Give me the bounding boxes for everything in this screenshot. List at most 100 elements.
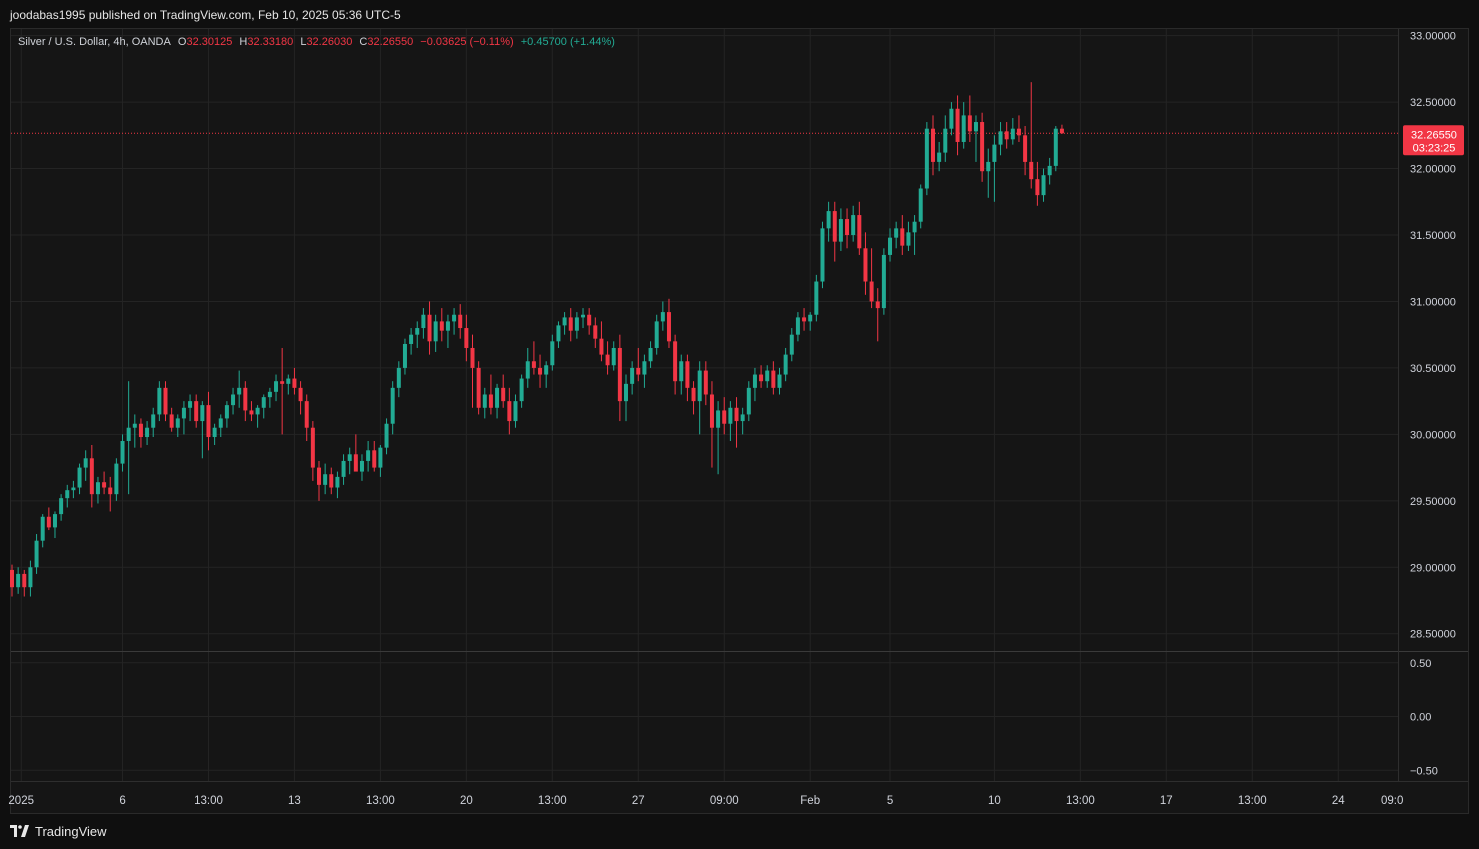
candle-body-up xyxy=(906,232,911,246)
candle-body-up xyxy=(826,211,831,229)
candle-body-up xyxy=(396,367,401,388)
price-axis-label: 31.50000 xyxy=(1410,230,1456,242)
candle-body-down xyxy=(722,410,727,424)
candle-body-down xyxy=(1059,128,1064,134)
candle-body-up xyxy=(525,361,530,379)
candle-body-down xyxy=(691,387,696,402)
candle-body-down xyxy=(102,482,107,488)
candle-body-up xyxy=(237,387,242,395)
price-axis-label: 31.00000 xyxy=(1410,296,1456,308)
candle-body-up xyxy=(16,573,21,588)
candle-body-up xyxy=(28,567,33,588)
time-axis-label: 27 xyxy=(632,795,645,807)
candle-body-up xyxy=(378,447,383,468)
candle-body-down xyxy=(22,573,27,588)
candle-body-down xyxy=(967,115,972,132)
candle-body-up xyxy=(888,237,893,255)
candle-body-up xyxy=(212,427,217,438)
candle-body-up xyxy=(550,341,555,366)
candle-body-up xyxy=(402,343,407,368)
footer-bar xyxy=(0,814,1479,849)
candle-body-down xyxy=(439,321,444,331)
price-axis-label: 29.50000 xyxy=(1410,496,1456,508)
tradingview-brand[interactable]: TradingView xyxy=(10,823,107,839)
candle-body-up xyxy=(231,394,236,406)
candle-body-up xyxy=(581,314,586,318)
candle-body-up xyxy=(52,514,57,528)
candle-body-up xyxy=(366,450,371,461)
candle-body-up xyxy=(795,317,800,335)
candle-body-up xyxy=(716,410,721,428)
candle-body-up xyxy=(838,219,843,242)
candle-body-up xyxy=(642,361,647,375)
time-axis-label: 09:00 xyxy=(710,795,739,807)
candle-body-down xyxy=(771,370,776,388)
candle-body-up xyxy=(482,394,487,408)
candle-body-down xyxy=(280,381,285,384)
candle-body-up xyxy=(495,387,500,408)
candle-body-down xyxy=(298,387,303,402)
candle-body-up xyxy=(611,347,616,366)
candle-body-up xyxy=(59,498,64,515)
candle-body-up xyxy=(181,407,186,419)
bar-countdown: 03:23:25 xyxy=(1413,142,1456,154)
candle-body-down xyxy=(1016,128,1021,136)
candle-body-up xyxy=(65,490,70,499)
candle-body-up xyxy=(513,401,518,422)
candle-body-up xyxy=(83,458,88,468)
candle-body-up xyxy=(986,161,991,172)
candle-body-up xyxy=(814,281,819,315)
candle-body-down xyxy=(1023,135,1028,162)
candle-body-up xyxy=(132,423,137,428)
legend-low-value: 32.26030 xyxy=(306,36,353,48)
candle-body-down xyxy=(163,387,168,415)
time-axis-label: 13:00 xyxy=(1066,795,1095,807)
candle-body-up xyxy=(1041,175,1046,196)
candle-body-down xyxy=(10,569,14,588)
candle-body-up xyxy=(630,367,635,384)
brand-label: TradingView xyxy=(35,823,107,839)
price-chart[interactable]: 33.00000 32.50000 32.00000 31.50000 31.00000… xyxy=(0,0,1479,814)
candle-body-up xyxy=(445,321,450,331)
candle-body-up xyxy=(624,383,628,402)
candle-body-down xyxy=(317,467,321,485)
candle-body-down xyxy=(488,394,493,408)
candle-body-up xyxy=(1053,128,1058,166)
candle-body-down xyxy=(538,367,543,375)
candle-body-down xyxy=(476,367,481,408)
candle-body-up xyxy=(998,131,1003,145)
candle-body-up xyxy=(574,317,579,331)
candle-body-up xyxy=(359,460,364,472)
candle-body-down xyxy=(955,108,960,142)
candle-body-down xyxy=(507,401,512,422)
price-axis-label: 33.00000 xyxy=(1410,31,1456,43)
price-axis-label: 30.00000 xyxy=(1410,429,1456,441)
candle-body-up xyxy=(660,312,665,322)
legend-change-secondary: +0.45700 (+1.44%) xyxy=(520,36,615,48)
candle-body-down xyxy=(329,474,334,488)
time-axis-label: 09:0 xyxy=(1381,795,1403,807)
time-axis-label: 13:00 xyxy=(538,795,567,807)
candle-body-up xyxy=(937,152,942,162)
candle-body-up xyxy=(95,482,100,495)
chart-legend: Silver / U.S. Dollar, 4h, OANDA O32.3012… xyxy=(18,36,615,48)
time-axis-label: 17 xyxy=(1160,795,1173,807)
candle-body-down xyxy=(931,128,935,162)
candle-body-up xyxy=(200,405,205,422)
candle-body-up xyxy=(961,115,966,142)
candle-body-down xyxy=(108,487,113,495)
price-axis-label: 28.50000 xyxy=(1410,629,1456,641)
candle-body-down xyxy=(685,361,690,388)
time-axis-label: 2025 xyxy=(8,795,34,807)
candle-body-up xyxy=(1047,165,1052,176)
price-axis-label: 29.00000 xyxy=(1410,562,1456,574)
candle-body-down xyxy=(617,347,622,402)
candle-body-up xyxy=(746,387,751,415)
candle-body-up xyxy=(544,365,549,375)
candle-body-down xyxy=(593,325,598,339)
candle-body-down xyxy=(734,407,739,422)
candle-body-up xyxy=(255,407,260,415)
candle-body-down xyxy=(1035,179,1040,196)
candle-body-down xyxy=(353,454,358,472)
candle-body-up xyxy=(323,474,328,485)
